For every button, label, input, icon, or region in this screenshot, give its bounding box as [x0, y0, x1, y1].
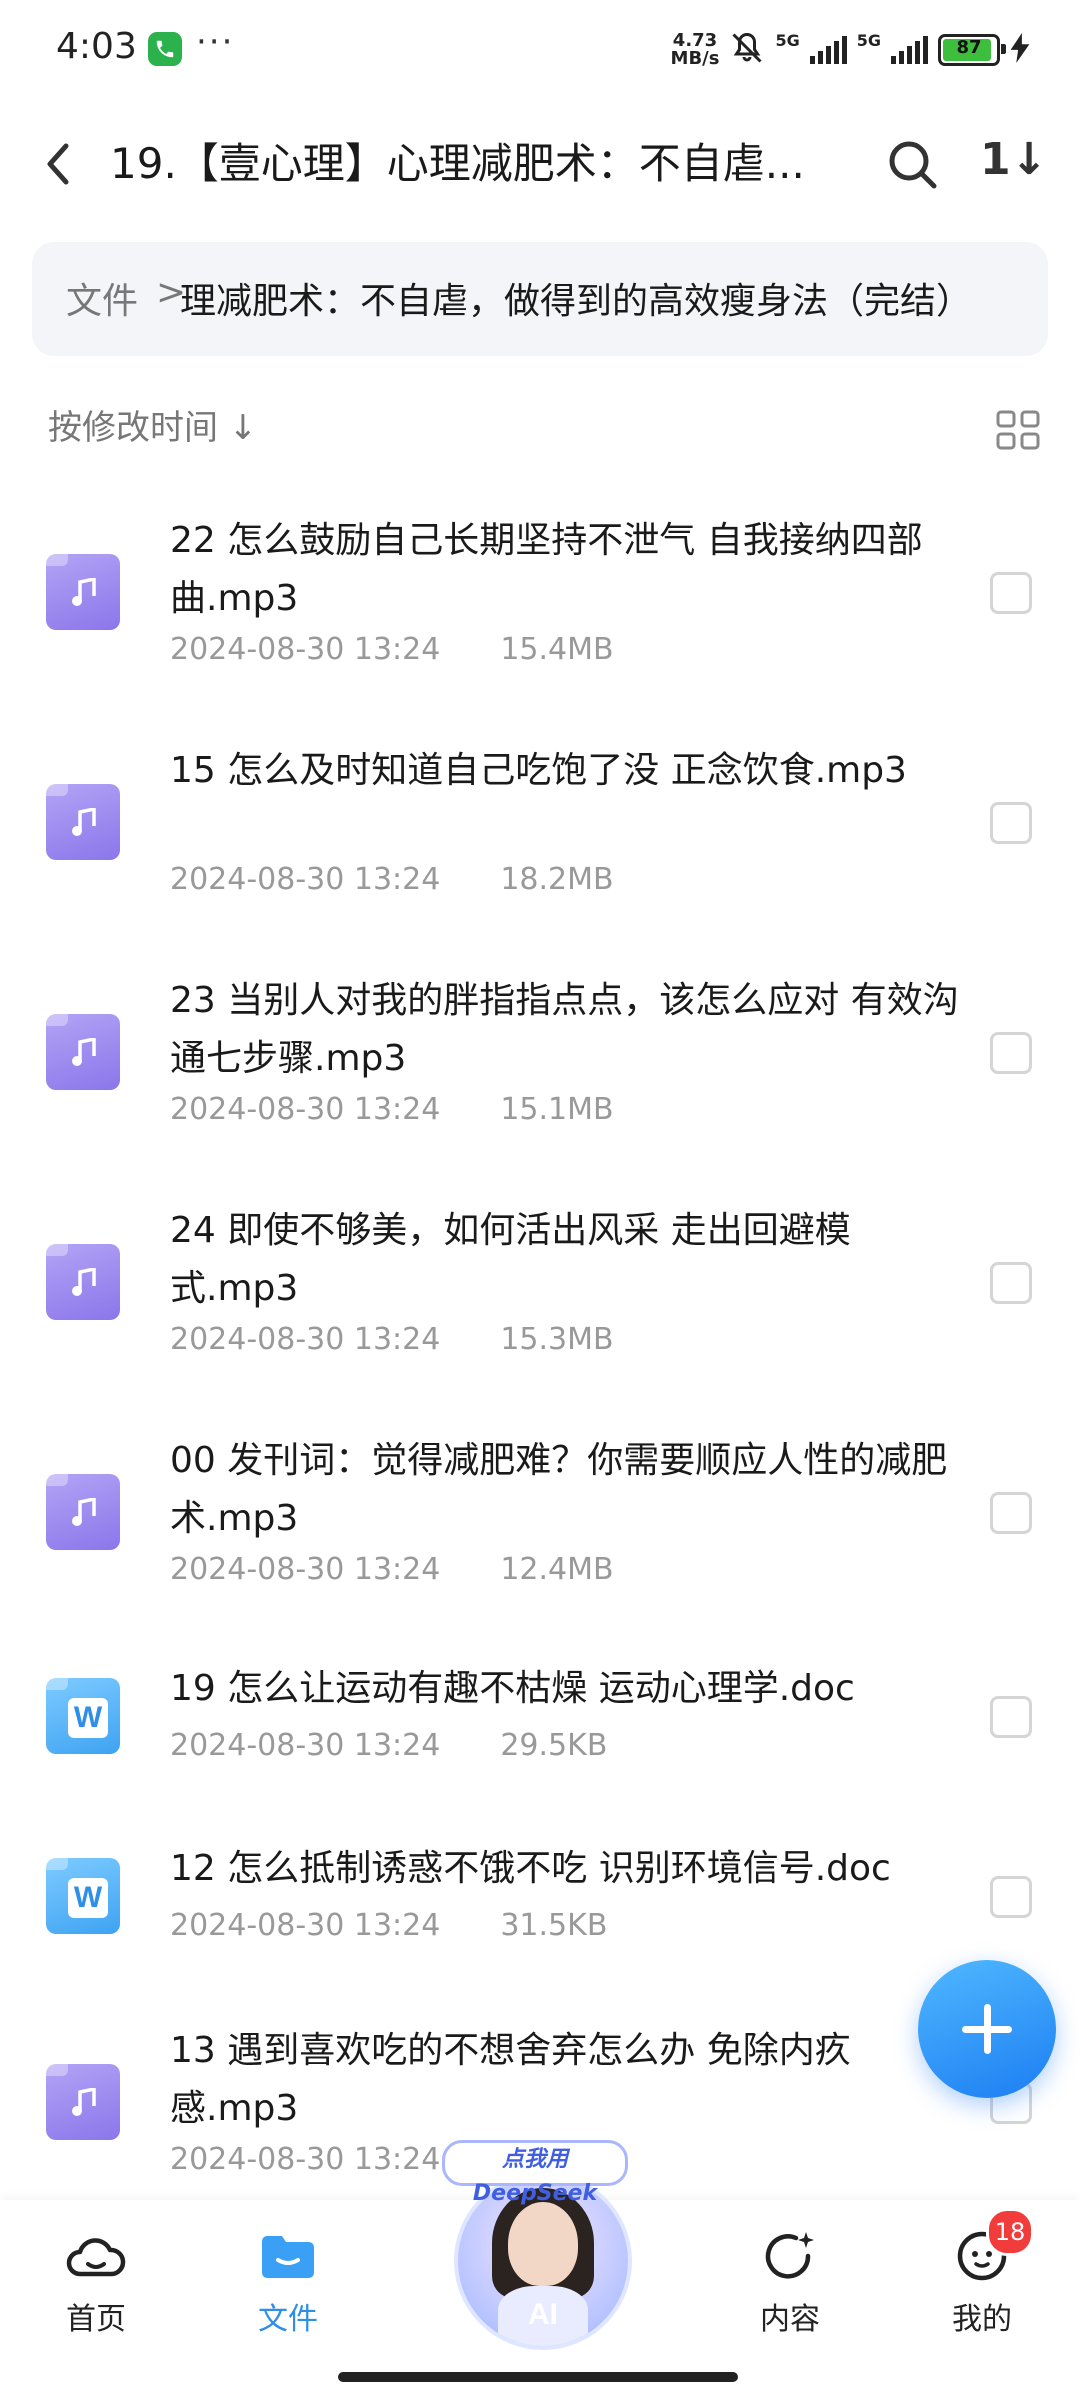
file-size: 15.1MB — [500, 1092, 614, 1127]
file-date: 2024-08-30 13:24 — [170, 862, 441, 897]
file-size: 31.5KB — [500, 1908, 608, 1943]
file-item[interactable]: 15 怎么及时知道自己吃饱了没 正念饮食.mp3 2024-08-30 13:2… — [0, 700, 1080, 930]
sort-by-modified-time[interactable]: 按修改时间 ↓ — [48, 400, 257, 449]
home-indicator[interactable] — [338, 2372, 738, 2382]
nav-content-label: 内容 — [760, 2302, 820, 2337]
network-speed: 4.73 MB/s — [671, 32, 720, 68]
file-name: 15 怎么及时知道自己吃饱了没 正念饮食.mp3 — [170, 750, 907, 791]
nav-home-label: 首页 — [66, 2302, 126, 2337]
view-toggle-button[interactable] — [996, 410, 1040, 450]
audio-file-icon — [46, 1244, 120, 1320]
select-checkbox[interactable] — [990, 1696, 1032, 1738]
file-size: 15.4MB — [500, 632, 614, 667]
sort-order-button[interactable]: 1↓ — [980, 134, 1047, 194]
battery-level: 87 — [956, 37, 982, 58]
file-size: 12.4MB — [500, 1552, 614, 1587]
file-date: 2024-08-30 13:24 — [170, 1552, 441, 1587]
file-name: 13 遇到喜欢吃的不想舍弃怎么办 免除内疚感.mp3 — [170, 2030, 851, 2129]
audio-file-icon — [46, 784, 120, 860]
file-size: 18.2MB — [500, 862, 614, 897]
select-checkbox[interactable] — [990, 572, 1032, 614]
page-title: 19.【壹心理】心理减肥术：不自虐... — [110, 139, 805, 188]
file-meta: 2024-08-30 13:24 15.1MB — [170, 1092, 614, 1127]
sort-order-icon: 1↓ — [980, 134, 1048, 185]
file-meta: 2024-08-30 13:24 18.2MB — [170, 862, 614, 897]
grid-view-icon — [996, 410, 1040, 450]
file-date: 2024-08-30 13:24 — [170, 2142, 441, 2177]
file-name: 22 怎么鼓励自己长期坚持不泄气 自我接纳四部曲.mp3 — [170, 520, 923, 619]
mute-icon — [729, 30, 765, 70]
add-button[interactable] — [918, 1960, 1056, 2098]
status-time: 4:03 — [56, 26, 137, 67]
file-item[interactable]: W 12 怎么抵制诱惑不饿不吃 识别环境信号.doc 2024-08-30 13… — [0, 1800, 1080, 1980]
nav-files-label: 文件 — [258, 2302, 318, 2337]
select-checkbox[interactable] — [990, 1032, 1032, 1074]
ai-avatar-face — [508, 2202, 578, 2286]
word-letter: W — [68, 1698, 108, 1738]
audio-file-icon — [46, 2064, 120, 2140]
audio-file-icon — [46, 1014, 120, 1090]
file-meta: 2024-08-30 13:24 29.5KB — [170, 1728, 607, 1763]
charging-icon — [1010, 33, 1030, 67]
select-checkbox[interactable] — [990, 802, 1032, 844]
nav-mine-label: 我的 — [952, 2302, 1012, 2337]
network-type-2: 5G — [856, 30, 881, 50]
word-letter: W — [68, 1878, 108, 1918]
file-item[interactable]: 23 当别人对我的胖指指点点，该怎么应对 有效沟通七步骤.mp3 2024-08… — [0, 930, 1080, 1160]
back-button[interactable] — [30, 134, 90, 194]
search-icon — [889, 141, 937, 189]
network-type-1: 5G — [775, 30, 800, 50]
select-checkbox[interactable] — [990, 1492, 1032, 1534]
breadcrumb-current: 理减肥术：不自虐，做得到的高效瘦身法（完结） — [180, 281, 973, 322]
search-button[interactable] — [882, 134, 942, 194]
file-date: 2024-08-30 13:24 — [170, 1322, 441, 1357]
file-meta: 2024-08-30 13:24 12.4MB — [170, 1552, 614, 1587]
nav-home[interactable]: 首页 — [36, 2226, 156, 2338]
file-size: 15.3MB — [500, 1322, 614, 1357]
breadcrumb-root[interactable]: 文件 — [66, 272, 138, 324]
file-item[interactable]: W 19 怎么让运动有趣不枯燥 运动心理学.doc 2024-08-30 13:… — [0, 1620, 1080, 1800]
file-name: 12 怎么抵制诱惑不饿不吃 识别环境信号.doc — [170, 1848, 891, 1889]
phone-call-icon — [148, 32, 182, 66]
file-date: 2024-08-30 13:24 — [170, 632, 441, 667]
title-bar: 19.【壹心理】心理减肥术：不自虐... 1↓ — [0, 120, 1080, 210]
nav-content[interactable]: 内容 — [730, 2226, 850, 2338]
file-name: 00 发刊词：觉得减肥难？你需要顺应人性的减肥术.mp3 — [170, 1440, 948, 1539]
file-name: 24 即使不够美，如何活出风采 走出回避模式.mp3 — [170, 1210, 851, 1309]
file-name: 19 怎么让运动有趣不枯燥 运动心理学.doc — [170, 1668, 855, 1709]
file-item[interactable]: 00 发刊词：觉得减肥难？你需要顺应人性的减肥术.mp3 2024-08-30 … — [0, 1390, 1080, 1620]
file-size: 29.5KB — [500, 1728, 608, 1763]
file-meta: 2024-08-30 13:24 15.3MB — [170, 1322, 614, 1357]
word-file-icon: W — [46, 1858, 120, 1934]
select-checkbox[interactable] — [990, 1262, 1032, 1304]
nav-files[interactable]: 文件 — [228, 2226, 348, 2338]
audio-file-icon — [46, 554, 120, 630]
file-meta: 2024-08-30 13:24 31.5KB — [170, 1908, 607, 1943]
breadcrumb: 文件 > 理减肥术：不自虐，做得到的高效瘦身法（完结） — [32, 242, 1048, 356]
file-date: 2024-08-30 13:24 — [170, 1908, 441, 1943]
file-date: 2024-08-30 13:24 — [170, 1728, 441, 1763]
chevron-left-icon — [47, 143, 69, 185]
word-file-icon: W — [46, 1678, 120, 1754]
audio-file-icon — [46, 1474, 120, 1550]
speed-unit: MB/s — [670, 48, 720, 69]
notification-badge: 18 — [986, 2208, 1034, 2256]
content-sparkle-icon — [765, 2232, 814, 2279]
select-checkbox[interactable] — [990, 1876, 1032, 1918]
folder-icon — [262, 2236, 314, 2278]
ai-label: AI — [528, 2298, 558, 2331]
file-meta: 2024-08-30 13:24 15.4MB — [170, 632, 614, 667]
file-item[interactable]: 24 即使不够美，如何活出风采 走出回避模式.mp3 2024-08-30 13… — [0, 1160, 1080, 1390]
file-date: 2024-08-30 13:24 — [170, 1092, 441, 1127]
signal-icon-2 — [891, 36, 928, 64]
more-notifications-icon: ··· — [196, 22, 235, 62]
deepseek-badge[interactable]: 点我用DeepSeek — [442, 2140, 628, 2206]
signal-icon-1 — [809, 36, 847, 64]
file-name: 23 当别人对我的胖指指点点，该怎么应对 有效沟通七步骤.mp3 — [170, 980, 959, 1079]
file-meta: 2024-08-30 13:24 — [170, 2142, 440, 2177]
battery-icon: 87 — [938, 34, 1006, 66]
cloud-home-icon — [66, 2238, 126, 2277]
status-bar: 4:03 ··· 4.73 MB/s 5G 5G 87 — [0, 0, 1080, 100]
file-item[interactable]: 22 怎么鼓励自己长期坚持不泄气 自我接纳四部曲.mp3 2024-08-30 … — [0, 470, 1080, 700]
